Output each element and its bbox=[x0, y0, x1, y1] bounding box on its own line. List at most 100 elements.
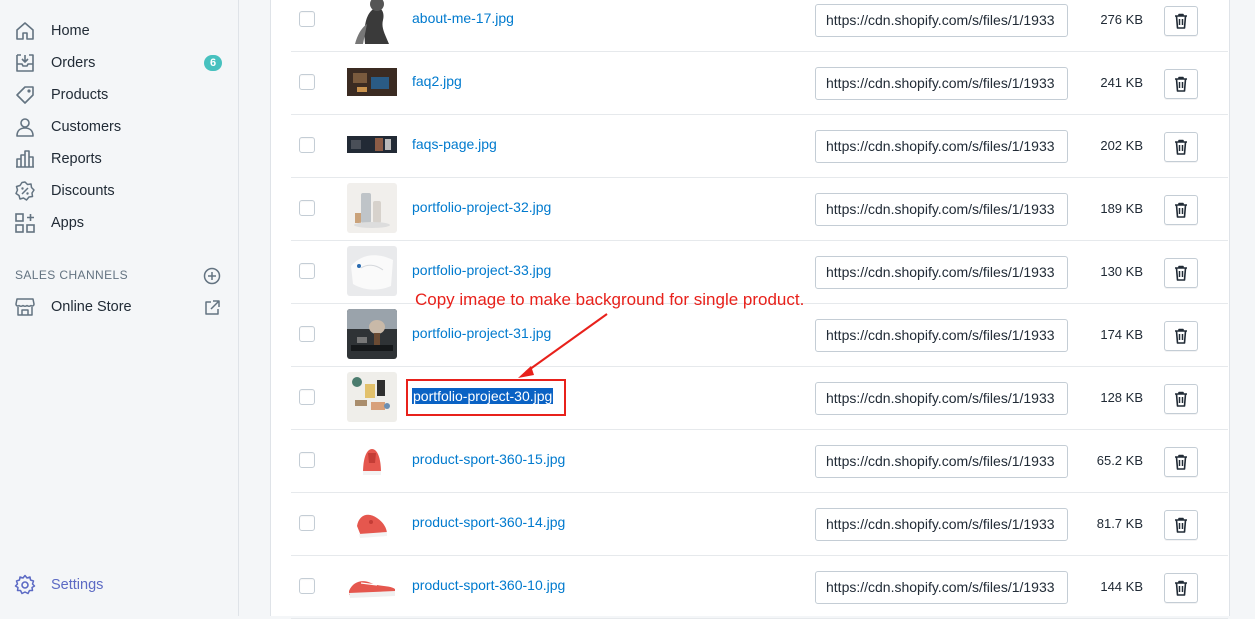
delete-file-button[interactable] bbox=[1164, 510, 1198, 540]
sidebar-item-label: Apps bbox=[51, 215, 85, 231]
file-row: portfolio-project-31.jpg https://cdn.shop… bbox=[291, 303, 1228, 367]
sidebar-item-orders[interactable]: Orders 6 bbox=[0, 47, 238, 79]
file-url-field[interactable]: https://cdn.shopify.com/s/files/1/1933 bbox=[815, 508, 1068, 541]
add-sales-channel-icon[interactable] bbox=[203, 267, 221, 285]
file-url-field[interactable]: https://cdn.shopify.com/s/files/1/1933 bbox=[815, 67, 1068, 100]
row-checkbox[interactable] bbox=[299, 389, 315, 405]
sidebar-item-apps[interactable]: Apps bbox=[0, 207, 238, 239]
file-url-field[interactable]: https://cdn.shopify.com/s/files/1/1933 bbox=[815, 193, 1068, 226]
tag-icon bbox=[14, 84, 36, 106]
file-url-field[interactable]: https://cdn.shopify.com/s/files/1/1933 bbox=[815, 130, 1068, 163]
row-checkbox[interactable] bbox=[299, 578, 315, 594]
file-name-link[interactable]: faq2.jpg bbox=[412, 73, 462, 89]
file-url-field[interactable]: https://cdn.shopify.com/s/files/1/1933 bbox=[815, 319, 1068, 352]
gear-icon bbox=[14, 574, 36, 596]
file-url-field[interactable]: https://cdn.shopify.com/s/files/1/1933 bbox=[815, 571, 1068, 604]
file-name-link[interactable]: portfolio-project-31.jpg bbox=[412, 325, 551, 341]
file-row: product-sport-360-10.jpg https://cdn.shop… bbox=[291, 555, 1228, 619]
file-name-link[interactable]: portfolio-project-33.jpg bbox=[412, 262, 551, 278]
home-icon bbox=[14, 20, 36, 42]
file-url-field[interactable]: https://cdn.shopify.com/s/files/1/1933 bbox=[815, 382, 1068, 415]
file-thumbnail bbox=[347, 0, 397, 44]
row-checkbox[interactable] bbox=[299, 74, 315, 90]
delete-file-button[interactable] bbox=[1164, 447, 1198, 477]
sidebar-item-settings[interactable]: Settings bbox=[0, 569, 238, 601]
trash-icon bbox=[1174, 139, 1188, 155]
file-url-field[interactable]: https://cdn.shopify.com/s/files/1/1933 bbox=[815, 445, 1068, 478]
trash-icon bbox=[1174, 13, 1188, 29]
file-row: product-sport-360-14.jpg https://cdn.shop… bbox=[291, 492, 1228, 556]
file-size: 174 KB bbox=[1100, 327, 1143, 342]
sales-channels-heading: SALES CHANNELS bbox=[15, 268, 128, 282]
row-checkbox[interactable] bbox=[299, 515, 315, 531]
file-thumbnail bbox=[347, 435, 397, 485]
sidebar-item-label: Settings bbox=[51, 577, 104, 593]
row-checkbox[interactable] bbox=[299, 326, 315, 342]
file-thumbnail bbox=[347, 120, 397, 170]
row-checkbox[interactable] bbox=[299, 200, 315, 216]
annotation-highlight-box bbox=[406, 379, 566, 416]
sidebar: Home Orders 6 Products Customers Reports… bbox=[0, 0, 239, 616]
apps-icon bbox=[14, 212, 36, 234]
file-size: 128 KB bbox=[1100, 390, 1143, 405]
file-name-link[interactable]: faqs-page.jpg bbox=[412, 136, 497, 152]
sidebar-item-discounts[interactable]: Discounts bbox=[0, 175, 238, 207]
delete-file-button[interactable] bbox=[1164, 69, 1198, 99]
file-size: 81.7 KB bbox=[1096, 516, 1143, 531]
trash-icon bbox=[1174, 454, 1188, 470]
orders-count-badge: 6 bbox=[204, 55, 222, 71]
file-name-link[interactable]: about-me-17.jpg bbox=[412, 10, 514, 26]
trash-icon bbox=[1174, 391, 1188, 407]
trash-icon bbox=[1174, 328, 1188, 344]
file-size: 276 KB bbox=[1100, 12, 1143, 27]
delete-file-button[interactable] bbox=[1164, 384, 1198, 414]
file-size: 241 KB bbox=[1100, 75, 1143, 90]
file-name-link[interactable]: product-sport-360-15.jpg bbox=[412, 451, 565, 467]
person-icon bbox=[14, 116, 36, 138]
sidebar-item-label: Home bbox=[51, 23, 90, 39]
file-row: faqs-page.jpg https://cdn.shopify.com/s/f… bbox=[291, 114, 1228, 178]
trash-icon bbox=[1174, 580, 1188, 596]
sidebar-item-home[interactable]: Home bbox=[0, 15, 238, 47]
file-name-link[interactable]: product-sport-360-10.jpg bbox=[412, 577, 565, 593]
annotation-text: Copy image to make background for single… bbox=[415, 290, 805, 309]
file-url-field[interactable]: https://cdn.shopify.com/s/files/1/1933 bbox=[815, 4, 1068, 37]
file-thumbnail bbox=[347, 561, 397, 611]
sidebar-item-label: Online Store bbox=[51, 299, 132, 315]
sidebar-item-label: Products bbox=[51, 87, 109, 103]
delete-file-button[interactable] bbox=[1164, 132, 1198, 162]
sidebar-item-customers[interactable]: Customers bbox=[0, 111, 238, 143]
file-name-link[interactable]: portfolio-project-32.jpg bbox=[412, 199, 551, 215]
sidebar-item-products[interactable]: Products bbox=[0, 79, 238, 111]
sidebar-item-label: Reports bbox=[51, 151, 102, 167]
sidebar-item-reports[interactable]: Reports bbox=[0, 143, 238, 175]
file-size: 144 KB bbox=[1100, 579, 1143, 594]
file-row: portfolio-project-32.jpg https://cdn.shop… bbox=[291, 177, 1228, 241]
row-checkbox[interactable] bbox=[299, 137, 315, 153]
file-name-link[interactable]: product-sport-360-14.jpg bbox=[412, 514, 565, 530]
file-size: 202 KB bbox=[1100, 138, 1143, 153]
row-checkbox[interactable] bbox=[299, 263, 315, 279]
file-thumbnail bbox=[347, 498, 397, 548]
delete-file-button[interactable] bbox=[1164, 195, 1198, 225]
file-size: 130 KB bbox=[1100, 264, 1143, 279]
delete-file-button[interactable] bbox=[1164, 258, 1198, 288]
orders-icon bbox=[14, 52, 36, 74]
file-thumbnail bbox=[347, 309, 397, 359]
trash-icon bbox=[1174, 517, 1188, 533]
file-row: product-sport-360-15.jpg https://cdn.shop… bbox=[291, 429, 1228, 493]
trash-icon bbox=[1174, 265, 1188, 281]
row-checkbox[interactable] bbox=[299, 11, 315, 27]
delete-file-button[interactable] bbox=[1164, 573, 1198, 603]
delete-file-button[interactable] bbox=[1164, 321, 1198, 351]
file-size: 65.2 KB bbox=[1096, 453, 1143, 468]
sidebar-item-label: Customers bbox=[51, 119, 122, 135]
row-checkbox[interactable] bbox=[299, 452, 315, 468]
sidebar-item-label: Orders bbox=[51, 55, 96, 71]
file-thumbnail bbox=[347, 57, 397, 107]
file-thumbnail bbox=[347, 246, 397, 296]
external-link-icon[interactable] bbox=[203, 299, 221, 317]
file-url-field[interactable]: https://cdn.shopify.com/s/files/1/1933 bbox=[815, 256, 1068, 289]
delete-file-button[interactable] bbox=[1164, 6, 1198, 36]
file-row: about-me-17.jpg https://cdn.shopify.com/s… bbox=[291, 0, 1228, 52]
